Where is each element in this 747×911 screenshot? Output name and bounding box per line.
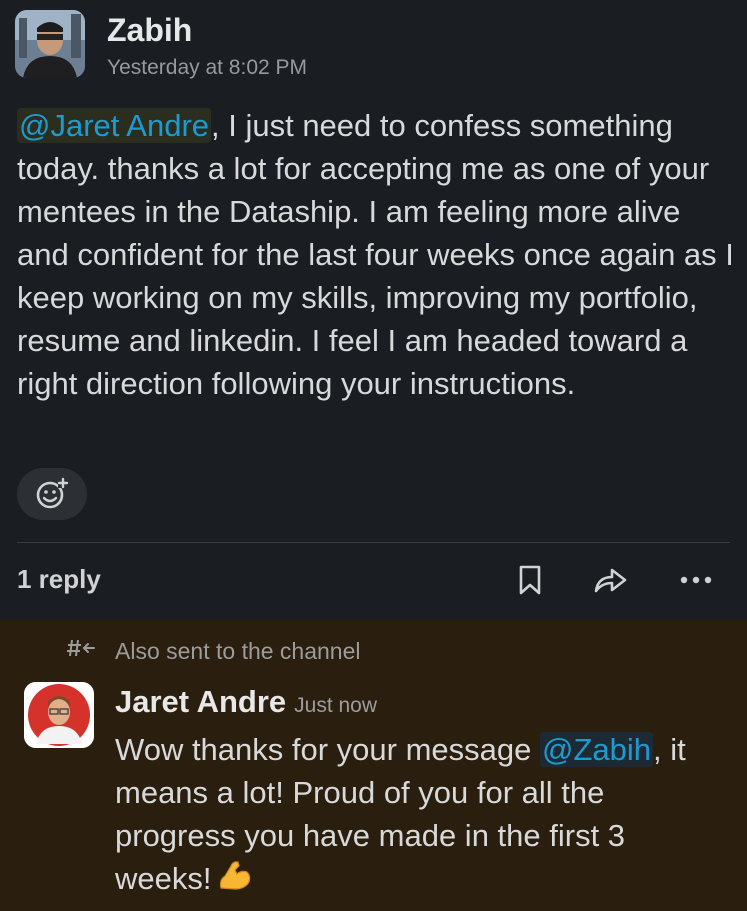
more-actions-button[interactable] <box>676 560 716 600</box>
share-icon <box>594 568 627 593</box>
share-button[interactable] <box>590 560 630 600</box>
message-body: @Jaret Andre, I just need to confess som… <box>17 104 737 405</box>
reply-count-link[interactable]: 1 reply <box>17 564 101 595</box>
message-timestamp[interactable]: Yesterday at 8:02 PM <box>107 56 307 80</box>
message-text: , I just need to confess something today… <box>17 108 734 401</box>
flexed-biceps-icon <box>217 858 253 903</box>
author-name-link[interactable]: Jaret Andre <box>115 684 286 719</box>
author-name: Jaret Andre Just now <box>115 684 377 720</box>
avatar-zabih[interactable] <box>15 10 85 78</box>
mention-zabih[interactable]: @Zabih <box>540 732 654 767</box>
channel-reply-icon <box>66 636 98 666</box>
divider <box>17 542 730 543</box>
message-jaret-andre: Also sent to the channel Jaret Andre Just… <box>0 620 747 911</box>
message-text-before: Wow thanks for your message <box>115 732 540 767</box>
message-body: Wow thanks for your message @Zabih, it m… <box>115 728 725 903</box>
message-timestamp[interactable]: Just now <box>294 694 377 717</box>
add-reaction-icon <box>36 477 69 509</box>
add-reaction-button[interactable] <box>17 468 87 520</box>
also-sent-note: Also sent to the channel <box>115 638 361 664</box>
mention-jaret-andre[interactable]: @Jaret Andre <box>17 108 212 143</box>
bookmark-button[interactable] <box>510 560 550 600</box>
message-zabih: Zabih Yesterday at 8:02 PM @Jaret Andre,… <box>0 0 747 620</box>
bookmark-icon <box>519 565 541 595</box>
avatar-jaret-andre[interactable] <box>24 682 94 748</box>
more-icon <box>680 576 712 584</box>
author-name[interactable]: Zabih <box>107 12 192 49</box>
